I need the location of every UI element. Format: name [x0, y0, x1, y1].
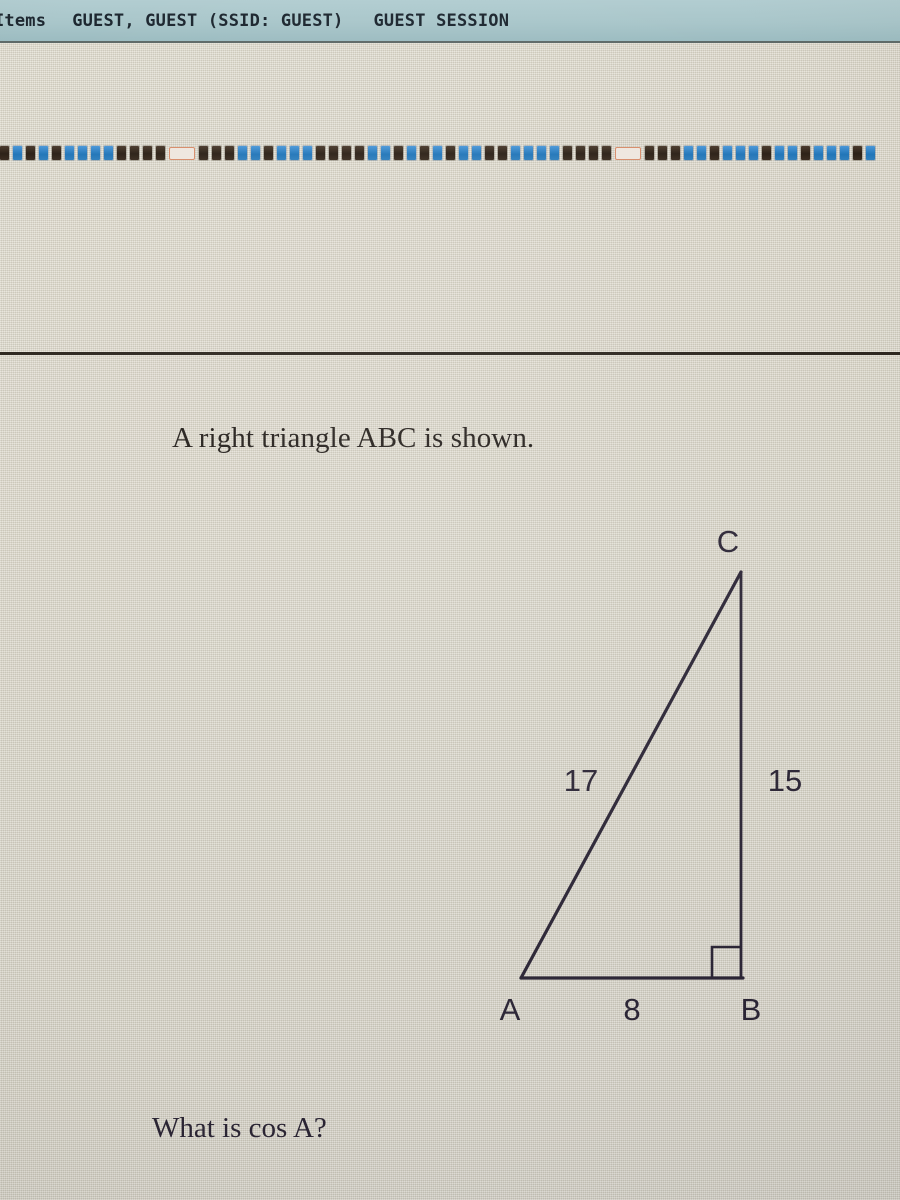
nav-item[interactable] [143, 146, 152, 160]
nav-item[interactable] [645, 146, 654, 160]
nav-item[interactable] [130, 146, 139, 160]
nav-item[interactable] [78, 146, 87, 160]
nav-item-current[interactable] [615, 146, 641, 160]
right-angle-marker [710, 945, 741, 978]
nav-item[interactable] [368, 146, 377, 160]
vertex-label-b: B [741, 992, 762, 1027]
nav-item[interactable] [801, 146, 810, 160]
session-topbar: Items GUEST, GUEST (SSID: GUEST) GUEST S… [0, 0, 900, 43]
nav-item[interactable] [749, 146, 758, 160]
nav-item[interactable] [814, 146, 823, 160]
topbar-session-label: GUEST SESSION [373, 10, 510, 31]
nav-item[interactable] [52, 146, 61, 160]
nav-item[interactable] [117, 146, 126, 160]
content-divider [0, 352, 900, 355]
side-length-vertical: 15 [768, 763, 802, 798]
topbar-items-label[interactable]: Items [0, 11, 46, 31]
nav-item[interactable] [866, 146, 875, 160]
nav-item[interactable] [446, 146, 455, 160]
nav-item[interactable] [264, 146, 273, 160]
nav-item[interactable] [381, 146, 390, 160]
nav-item[interactable] [329, 146, 338, 160]
nav-item[interactable] [563, 146, 572, 160]
nav-item[interactable] [277, 146, 286, 160]
side-length-hypotenuse: 17 [564, 763, 598, 798]
nav-item[interactable] [199, 146, 208, 160]
hypotenuse-line [519, 570, 743, 980]
nav-item[interactable] [355, 146, 364, 160]
nav-item[interactable] [303, 146, 312, 160]
nav-item[interactable] [576, 146, 585, 160]
nav-item[interactable] [433, 146, 442, 160]
nav-item[interactable] [91, 146, 100, 160]
nav-item[interactable] [407, 146, 416, 160]
nav-item[interactable] [498, 146, 507, 160]
nav-item[interactable] [723, 146, 732, 160]
nav-item[interactable] [225, 146, 234, 160]
nav-item[interactable] [550, 146, 559, 160]
nav-item[interactable] [13, 146, 22, 160]
nav-item[interactable] [853, 146, 862, 160]
side-length-base: 8 [623, 992, 640, 1027]
vertex-label-a: A [500, 992, 521, 1027]
nav-item[interactable] [394, 146, 403, 160]
nav-item[interactable] [775, 146, 784, 160]
nav-item[interactable] [65, 146, 74, 160]
nav-item[interactable] [238, 146, 247, 160]
nav-item[interactable] [26, 146, 35, 160]
nav-item[interactable] [212, 146, 221, 160]
nav-item[interactable] [658, 146, 667, 160]
nav-item[interactable] [0, 146, 9, 160]
nav-item[interactable] [827, 146, 836, 160]
vertex-label-c: C [717, 524, 739, 559]
nav-item[interactable] [671, 146, 680, 160]
nav-item[interactable] [788, 146, 797, 160]
nav-item[interactable] [684, 146, 693, 160]
question-navigation-strip[interactable] [0, 143, 900, 163]
nav-item[interactable] [710, 146, 719, 160]
nav-item[interactable] [524, 146, 533, 160]
triangle-figure: C A B 17 15 8 [455, 515, 855, 1045]
nav-item[interactable] [251, 146, 260, 160]
nav-item[interactable] [316, 146, 325, 160]
nav-item[interactable] [762, 146, 771, 160]
nav-item[interactable] [104, 146, 113, 160]
nav-item-current[interactable] [169, 146, 195, 160]
nav-item[interactable] [39, 146, 48, 160]
question-prompt: What is cos A? [152, 1112, 327, 1144]
nav-item[interactable] [459, 146, 468, 160]
nav-item[interactable] [511, 146, 520, 160]
nav-item[interactable] [290, 146, 299, 160]
nav-item[interactable] [472, 146, 481, 160]
nav-item[interactable] [602, 146, 611, 160]
nav-item[interactable] [420, 146, 429, 160]
topbar-student-label: GUEST, GUEST (SSID: GUEST) [72, 10, 344, 31]
question-stem: A right triangle ABC is shown. [172, 422, 535, 454]
nav-item[interactable] [589, 146, 598, 160]
nav-item[interactable] [156, 146, 165, 160]
nav-item[interactable] [840, 146, 849, 160]
nav-item[interactable] [342, 146, 351, 160]
nav-item[interactable] [537, 146, 546, 160]
nav-item[interactable] [485, 146, 494, 160]
nav-item[interactable] [736, 146, 745, 160]
nav-item[interactable] [697, 146, 706, 160]
